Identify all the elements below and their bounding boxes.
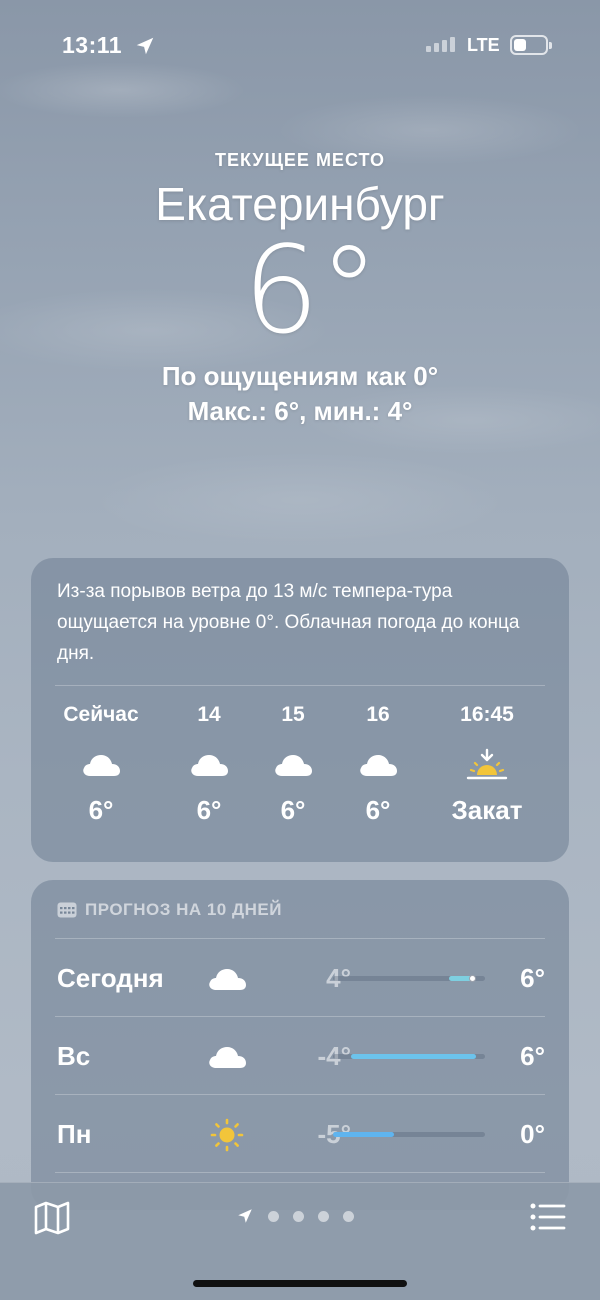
forecast-day: Сегодня	[57, 963, 164, 993]
location-arrow-icon	[136, 37, 154, 55]
hour-temperature: Закат	[451, 795, 523, 825]
hour-label: 15	[281, 703, 305, 726]
hour-item: 16:45 Закат	[427, 703, 547, 826]
home-indicator[interactable]	[193, 1280, 407, 1287]
ten-day-forecast-card[interactable]: ПРОГНОЗ НА 10 ДНЕЙ Сегодня 4° 6° Вс -4° …	[31, 880, 569, 1210]
feels-like: По ощущениям как 0°	[161, 361, 439, 391]
divider	[55, 685, 545, 686]
page-dot[interactable]	[293, 1210, 304, 1222]
network-type: LTE	[467, 35, 500, 55]
location-label: ТЕКУЩЕЕ МЕСТО	[214, 150, 386, 170]
hour-item: Сейчас 6°	[41, 703, 161, 826]
battery-icon	[510, 35, 552, 55]
map-icon[interactable]	[33, 1201, 71, 1235]
calendar-icon	[57, 902, 77, 918]
hour-label: 14	[197, 703, 221, 726]
forecast-high: 0°	[520, 1119, 545, 1149]
current-weather: ТЕКУЩЕЕ МЕСТО Екатеринбург 6° По ощущени…	[0, 150, 600, 427]
status-time: 13:11	[62, 32, 123, 58]
hour-label: 16	[366, 703, 390, 726]
forecast-header: ПРОГНОЗ НА 10 ДНЕЙ	[31, 880, 569, 920]
page-dot[interactable]	[343, 1210, 354, 1222]
hourly-list[interactable]: Сейчас 6° 14 6° 15 6° 16 6° 16:45 Закат	[41, 703, 559, 826]
cloud-icon	[81, 743, 121, 787]
hour-item: 16 6°	[329, 703, 427, 826]
page-indicator[interactable]	[236, 1207, 354, 1225]
list-icon[interactable]	[530, 1201, 566, 1233]
temperature-range-bar	[333, 975, 485, 982]
hourly-forecast-card[interactable]: Из-за порывов ветра до 13 м/с темпера-ту…	[31, 558, 569, 862]
hour-item: 15 6°	[257, 703, 329, 826]
signal-icon	[426, 37, 455, 52]
hour-label: 16:45	[460, 703, 514, 726]
cloud-icon	[209, 969, 246, 990]
divider	[55, 1172, 545, 1173]
hour-temperature: 6°	[196, 795, 222, 825]
temperature-range-fill	[351, 1054, 476, 1059]
page-dot[interactable]	[318, 1210, 329, 1222]
hour-label: Сейчас	[63, 703, 139, 726]
status-bar: 13:11 LTE	[0, 0, 600, 90]
sun-icon	[210, 1118, 244, 1152]
forecast-high: 6°	[520, 1041, 545, 1071]
cloud-icon	[209, 1047, 246, 1068]
forecast-row[interactable]: Пн -5° 0°	[31, 1095, 569, 1172]
current-temperature: 6°	[242, 222, 380, 361]
high-low: Макс.: 6°, мин.: 4°	[187, 396, 413, 426]
hour-temperature: 6°	[280, 795, 306, 825]
temperature-range-bar	[333, 1054, 485, 1059]
forecast-row[interactable]: Вс -4° 6°	[31, 1017, 569, 1094]
forecast-high: 6°	[520, 963, 545, 993]
hour-temperature: 6°	[88, 795, 114, 825]
sunset-icon	[466, 743, 508, 787]
hour-temperature: 6°	[365, 795, 391, 825]
forecast-header-label: ПРОГНОЗ НА 10 ДНЕЙ	[85, 900, 282, 919]
cloud-icon	[189, 743, 229, 787]
temperature-range-fill	[333, 1132, 394, 1137]
forecast-row[interactable]: Сегодня 4° 6°	[31, 939, 569, 1016]
forecast-day: Пн	[57, 1119, 92, 1149]
cloud-icon	[273, 743, 313, 787]
page-dot[interactable]	[268, 1210, 279, 1222]
current-temperature-dot	[468, 975, 476, 982]
temperature-range-bar	[333, 1132, 485, 1137]
weather-summary: Из-за порывов ветра до 13 м/с темпера-ту…	[57, 581, 520, 664]
cloud-icon	[358, 743, 398, 787]
forecast-day: Вс	[57, 1041, 91, 1071]
location-arrow-icon	[238, 1209, 252, 1223]
hour-item: 14 6°	[161, 703, 257, 826]
